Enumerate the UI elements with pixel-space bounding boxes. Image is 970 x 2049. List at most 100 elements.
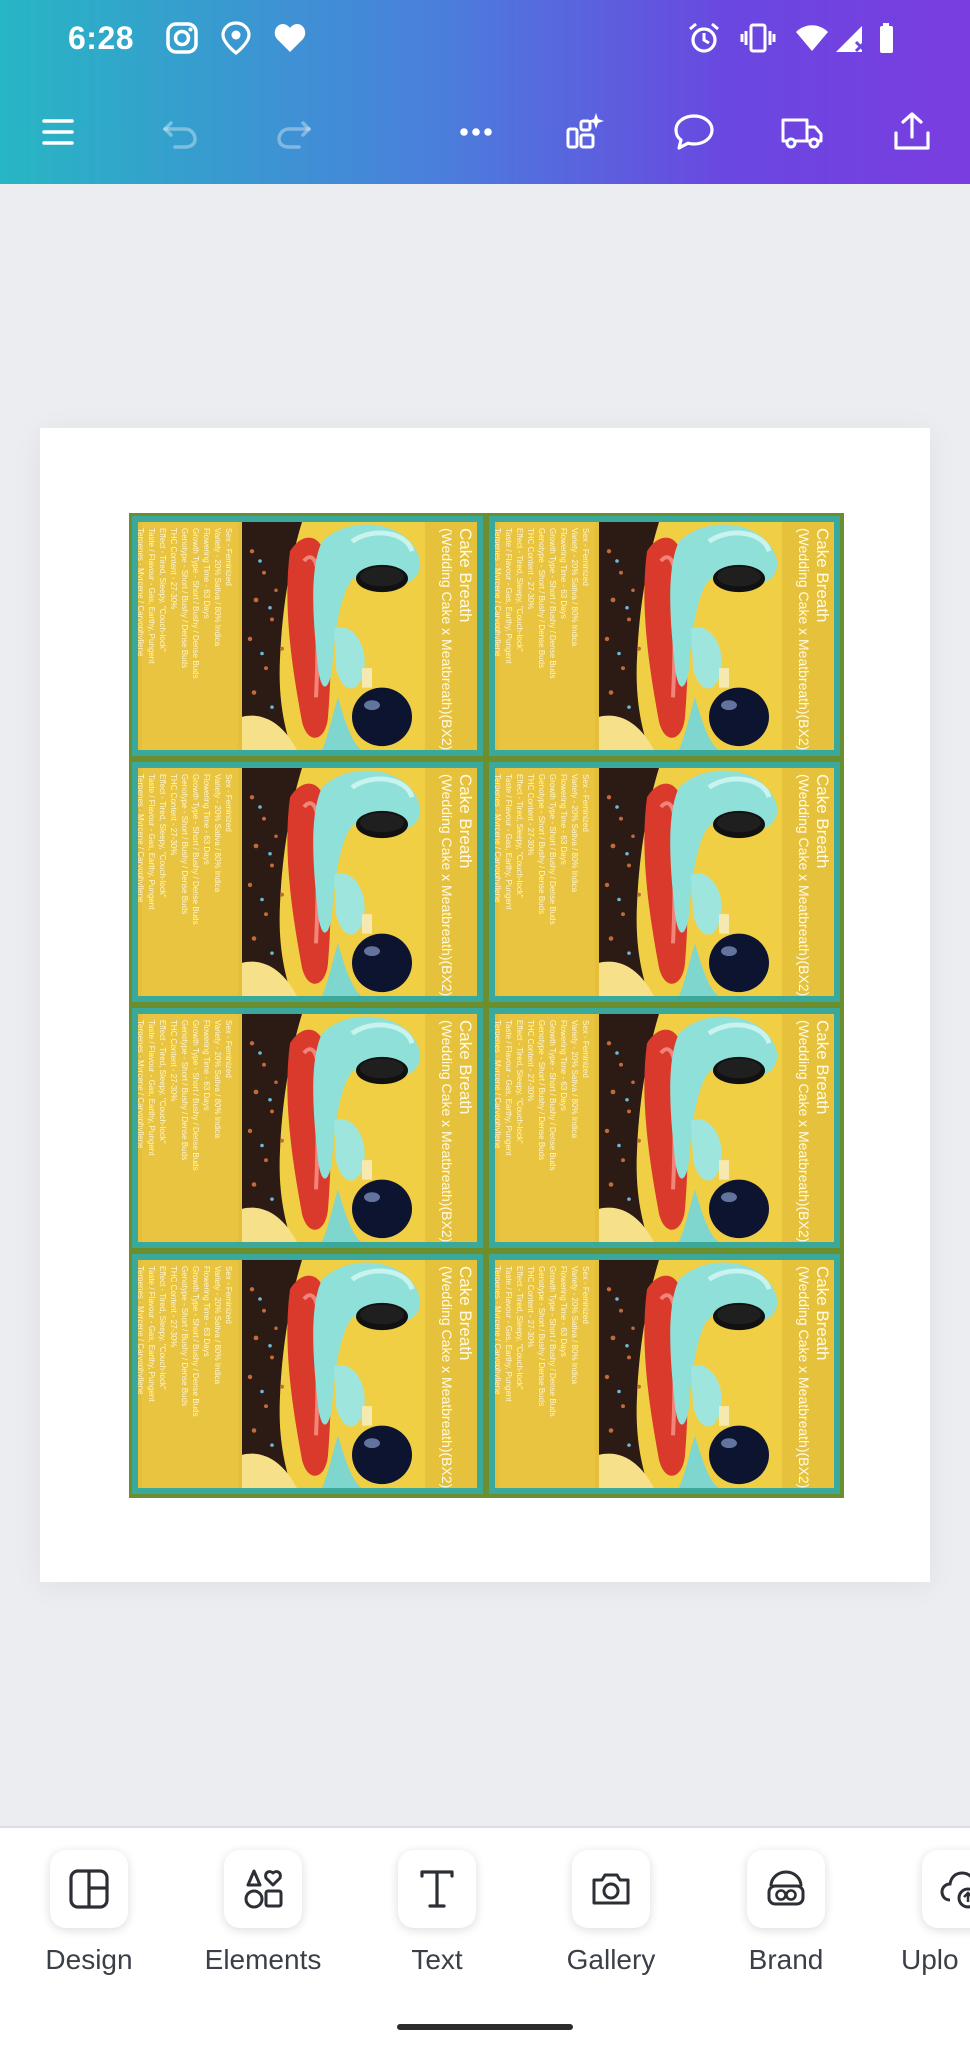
nav-text-label: Text bbox=[411, 1944, 463, 1975]
detail-line: Genotype - Short / Bushy / Dense Buds bbox=[537, 1020, 546, 1161]
label-details: Sex - Feminized Variety - 20% Sativa / 80… bbox=[495, 1260, 595, 1488]
label-title-block: Cake Breath (Wedding Cake x Meatbreath) … bbox=[425, 1260, 477, 1488]
detail-line: Taste / Flavour - Gas, Earthy, Pungent bbox=[504, 528, 513, 664]
product-label-r2c1[interactable]: Sex - Feminized Variety - 20% Sativa / 80… bbox=[129, 759, 486, 1005]
label-artwork bbox=[599, 768, 784, 996]
design-tile[interactable] bbox=[50, 1850, 128, 1928]
label-subtitle: (Wedding Cake x Meatbreath) bbox=[796, 1266, 812, 1453]
label-subtitle-row: (Wedding Cake x Meatbreath) (BX2) bbox=[439, 1266, 455, 1488]
camera-icon bbox=[592, 1873, 630, 1905]
home-indicator[interactable] bbox=[397, 2024, 573, 2030]
menu-icon bbox=[42, 119, 74, 145]
brand-tile[interactable] bbox=[747, 1850, 825, 1928]
share-button[interactable] bbox=[880, 100, 944, 164]
label-artwork bbox=[242, 1014, 427, 1242]
label-subtitle: (Wedding Cake x Meatbreath) bbox=[796, 1020, 812, 1207]
cake-artwork-image bbox=[242, 1014, 427, 1242]
comment-button[interactable] bbox=[662, 100, 726, 164]
detail-line: Taste / Flavour - Gas, Earthy, Pungent bbox=[504, 1266, 513, 1402]
magic-design-icon bbox=[566, 113, 604, 149]
cake-artwork-image bbox=[599, 1014, 784, 1242]
detail-line: Growth Type - Short / Bushy / Dense Buds bbox=[548, 1266, 557, 1417]
label-details: Sex - Feminized Variety - 20% Sativa / 80… bbox=[495, 522, 595, 750]
detail-line: Terpenes - Myrcene / Caryophyllene bbox=[138, 774, 145, 903]
label-body: Sex - Feminized Variety - 20% Sativa / 80… bbox=[495, 1260, 834, 1488]
magic-design-button[interactable] bbox=[552, 100, 616, 164]
product-label-r2c2[interactable]: Sex - Feminized Variety - 20% Sativa / 80… bbox=[486, 759, 843, 1005]
detail-line: Sex - Feminized bbox=[224, 774, 233, 832]
detail-line: Effect - Tired, Sleepy, "Couch-lock" bbox=[515, 1020, 524, 1144]
detail-line: Growth Type - Short / Bushy / Dense Buds bbox=[548, 774, 557, 925]
print-delivery-icon bbox=[781, 118, 823, 149]
menu-button[interactable] bbox=[26, 100, 90, 164]
detail-line: Effect - Tired, Sleepy, "Couch-lock" bbox=[515, 774, 524, 898]
detail-line: Variety - 20% Sativa / 80% Indica bbox=[213, 1266, 222, 1385]
detail-line: Sex - Feminized bbox=[224, 1266, 233, 1324]
label-body: Sex - Feminized Variety - 20% Sativa / 80… bbox=[138, 1014, 477, 1242]
detail-line: Effect - Tired, Sleepy, "Couch-lock" bbox=[158, 1266, 167, 1390]
nav-uploads[interactable]: Uplo bbox=[890, 1850, 970, 1976]
detail-line: Genotype - Short / Bushy / Dense Buds bbox=[180, 774, 189, 915]
product-label-r1c2[interactable]: Sex - Feminized Variety - 20% Sativa / 80… bbox=[486, 513, 843, 759]
detail-line: Variety - 20% Sativa / 80% Indica bbox=[570, 1266, 579, 1385]
top-bar: 6:28 bbox=[0, 0, 970, 184]
more-button[interactable] bbox=[444, 100, 508, 164]
detail-line: Terpenes - Myrcene / Caryophyllene bbox=[138, 528, 145, 657]
detail-line: Growth Type - Short / Bushy / Dense Buds bbox=[191, 1020, 200, 1171]
label-subtitle: (Wedding Cake x Meatbreath) bbox=[439, 774, 455, 961]
details-text: Sex - Feminized Variety - 20% Sativa / 80… bbox=[495, 1260, 595, 1488]
uploads-tile[interactable] bbox=[922, 1850, 970, 1928]
nav-gallery[interactable]: Gallery bbox=[541, 1850, 681, 1976]
detail-line: Growth Type - Short / Bushy / Dense Buds bbox=[191, 1266, 200, 1417]
elements-icon bbox=[244, 1869, 283, 1909]
nav-text[interactable]: Text bbox=[367, 1850, 507, 1976]
label-title: Cake Breath bbox=[813, 1266, 832, 1361]
nav-design[interactable]: Design bbox=[19, 1850, 159, 1976]
label-title: Cake Breath bbox=[813, 528, 832, 623]
label-subtitle-row: (Wedding Cake x Meatbreath) (BX2) bbox=[796, 1266, 812, 1488]
label-sheet[interactable]: Sex - Feminized Variety - 20% Sativa / 80… bbox=[129, 513, 844, 1498]
print-delivery-button[interactable] bbox=[770, 100, 834, 164]
nav-elements[interactable]: Elements bbox=[193, 1850, 333, 1976]
label-title-block: Cake Breath (Wedding Cake x Meatbreath) … bbox=[782, 768, 834, 996]
detail-line: Flowering Time - 63 Days bbox=[559, 1266, 568, 1357]
label-subtitle: (Wedding Cake x Meatbreath) bbox=[439, 1020, 455, 1207]
detail-line: Growth Type - Short / Bushy / Dense Buds bbox=[548, 528, 557, 679]
product-label-r4c2[interactable]: Sex - Feminized Variety - 20% Sativa / 80… bbox=[486, 1251, 843, 1497]
detail-line: THC Content - 27-30% bbox=[526, 774, 535, 856]
detail-line: Sex - Feminized bbox=[224, 528, 233, 586]
elements-tile[interactable] bbox=[224, 1850, 302, 1928]
detail-line: Growth Type - Short / Bushy / Dense Buds bbox=[548, 1020, 557, 1171]
detail-line: Terpenes - Myrcene / Caryophyllene bbox=[495, 1020, 502, 1149]
product-label-r3c2[interactable]: Sex - Feminized Variety - 20% Sativa / 80… bbox=[486, 1005, 843, 1251]
detail-line: THC Content - 27-30% bbox=[169, 774, 178, 856]
product-label-r3c1[interactable]: Sex - Feminized Variety - 20% Sativa / 80… bbox=[129, 1005, 486, 1251]
label-title: Cake Breath bbox=[456, 1266, 475, 1361]
detail-line: Genotype - Short / Bushy / Dense Buds bbox=[537, 1266, 546, 1407]
label-code: (BX2) bbox=[439, 1206, 455, 1243]
detail-line: Variety - 20% Sativa / 80% Indica bbox=[213, 774, 222, 893]
detail-line: Terpenes - Myrcene / Caryophyllene bbox=[495, 1266, 502, 1395]
detail-line: Effect - Tired, Sleepy, "Couch-lock" bbox=[158, 1020, 167, 1144]
text-tile[interactable] bbox=[398, 1850, 476, 1928]
label-title: Cake Breath bbox=[456, 774, 475, 869]
details-text: Sex - Feminized Variety - 20% Sativa / 80… bbox=[495, 1014, 595, 1242]
details-text: Sex - Feminized Variety - 20% Sativa / 80… bbox=[138, 768, 238, 996]
label-title-block: Cake Breath (Wedding Cake x Meatbreath) … bbox=[425, 768, 477, 996]
product-label-r4c1[interactable]: Sex - Feminized Variety - 20% Sativa / 80… bbox=[129, 1251, 486, 1497]
gallery-tile[interactable] bbox=[572, 1850, 650, 1928]
detail-line: Growth Type - Short / Bushy / Dense Buds bbox=[191, 774, 200, 925]
label-title-block: Cake Breath (Wedding Cake x Meatbreath) … bbox=[782, 1014, 834, 1242]
redo-button[interactable] bbox=[262, 100, 326, 164]
detail-line: Sex - Feminized bbox=[224, 1020, 233, 1078]
product-label-r1c1[interactable]: Sex - Feminized Variety - 20% Sativa / 80… bbox=[129, 513, 486, 759]
detail-line: Terpenes - Myrcene / Caryophyllene bbox=[138, 1266, 145, 1395]
label-subtitle-row: (Wedding Cake x Meatbreath) (BX2) bbox=[439, 1020, 455, 1242]
nav-brand[interactable]: Brand bbox=[716, 1850, 856, 1976]
editor-toolbar bbox=[0, 80, 970, 184]
label-code: (BX2) bbox=[439, 714, 455, 751]
detail-line: Growth Type - Short / Bushy / Dense Buds bbox=[191, 528, 200, 679]
cake-artwork-image bbox=[599, 768, 784, 996]
detail-line: Taste / Flavour - Gas, Earthy, Pungent bbox=[504, 1020, 513, 1156]
undo-button[interactable] bbox=[148, 100, 212, 164]
